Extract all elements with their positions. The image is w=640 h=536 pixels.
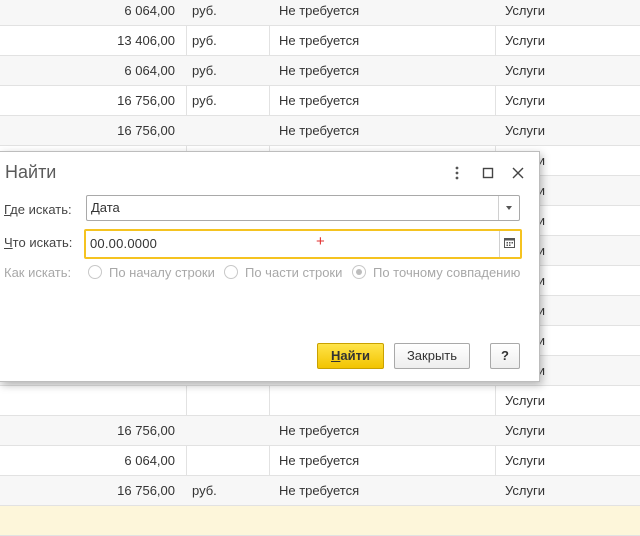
- type-cell: Услуги: [505, 63, 545, 78]
- status-cell: Не требуется: [279, 63, 360, 78]
- calendar-icon[interactable]: [499, 231, 520, 257]
- status-cell: Не требуется: [279, 3, 360, 18]
- option-exact[interactable]: По точному совпадению: [352, 265, 520, 280]
- amount-cell: 6 064,00: [124, 3, 175, 18]
- status-cell: Не требуется: [279, 93, 360, 108]
- currency-cell: руб.: [192, 63, 217, 78]
- amount-cell: 16 756,00: [117, 483, 175, 498]
- amount-cell: 6 064,00: [124, 63, 175, 78]
- table-row[interactable]: 16 756,00 Не требуется Услуги: [0, 416, 640, 446]
- type-cell: Услуги: [505, 483, 545, 498]
- dialog-title: Найти: [5, 162, 57, 182]
- status-cell: Не требуется: [279, 123, 360, 138]
- option-start[interactable]: По началу строки: [88, 265, 215, 280]
- radio-icon: [88, 265, 102, 279]
- dropdown-arrow-icon[interactable]: [498, 196, 519, 220]
- type-cell: Услуги: [505, 123, 545, 138]
- table-row[interactable]: Услуги: [0, 386, 640, 416]
- where-label: Где искать:: [4, 202, 72, 217]
- option-part[interactable]: По части строки: [224, 265, 342, 280]
- type-cell: Услуги: [505, 393, 545, 408]
- what-label: Что искать:: [4, 235, 73, 250]
- table-row[interactable]: 16 756,00 руб. Не требуется Услуги: [0, 86, 640, 116]
- what-field[interactable]: 00.00.0000 +: [84, 229, 522, 259]
- help-button[interactable]: ?: [490, 343, 520, 369]
- table-row[interactable]: 16 756,00 руб. Не требуется Услуги: [0, 476, 640, 506]
- close-icon[interactable]: [509, 164, 527, 182]
- more-actions-icon[interactable]: [448, 164, 466, 182]
- what-value: 00.00.0000: [90, 236, 158, 251]
- currency-cell: руб.: [192, 93, 217, 108]
- currency-cell: руб.: [192, 3, 217, 18]
- how-label: Как искать:: [4, 265, 72, 280]
- type-cell: Услуги: [505, 3, 545, 18]
- status-cell: Не требуется: [279, 453, 360, 468]
- table-row[interactable]: 6 064,00 руб. Не требуется Услуги: [0, 56, 640, 86]
- type-cell: Услуги: [505, 453, 545, 468]
- currency-cell: руб.: [192, 33, 217, 48]
- amount-cell: 6 064,00: [124, 453, 175, 468]
- type-cell: Услуги: [505, 33, 545, 48]
- close-button[interactable]: Закрыть: [394, 343, 470, 369]
- radio-icon: [224, 265, 238, 279]
- where-value: Дата: [91, 200, 120, 215]
- radio-selected-icon: [352, 265, 366, 279]
- currency-cell: руб.: [192, 483, 217, 498]
- find-dialog: Найти Где искать: Дата Что искать: 00.00…: [0, 151, 540, 382]
- table-row[interactable]: 6 064,00 Не требуется Услуги: [0, 446, 640, 476]
- status-cell: Не требуется: [279, 423, 360, 438]
- type-cell: Услуги: [505, 93, 545, 108]
- status-cell: Не требуется: [279, 483, 360, 498]
- status-cell: Не требуется: [279, 33, 360, 48]
- amount-cell: 13 406,00: [117, 33, 175, 48]
- amount-cell: 16 756,00: [117, 123, 175, 138]
- find-button[interactable]: Найти: [317, 343, 384, 369]
- table-row[interactable]: 16 756,00 Не требуется Услуги: [0, 116, 640, 146]
- table-row[interactable]: 13 406,00 руб. Не требуется Услуги: [0, 26, 640, 56]
- maximize-icon[interactable]: [479, 164, 497, 182]
- amount-cell: 16 756,00: [117, 93, 175, 108]
- selected-row[interactable]: [0, 506, 640, 536]
- cursor-icon: +: [316, 233, 325, 250]
- where-field[interactable]: Дата: [86, 195, 520, 221]
- amount-cell: 16 756,00: [117, 423, 175, 438]
- type-cell: Услуги: [505, 423, 545, 438]
- table-row[interactable]: 6 064,00 руб. Не требуется Услуги: [0, 0, 640, 26]
